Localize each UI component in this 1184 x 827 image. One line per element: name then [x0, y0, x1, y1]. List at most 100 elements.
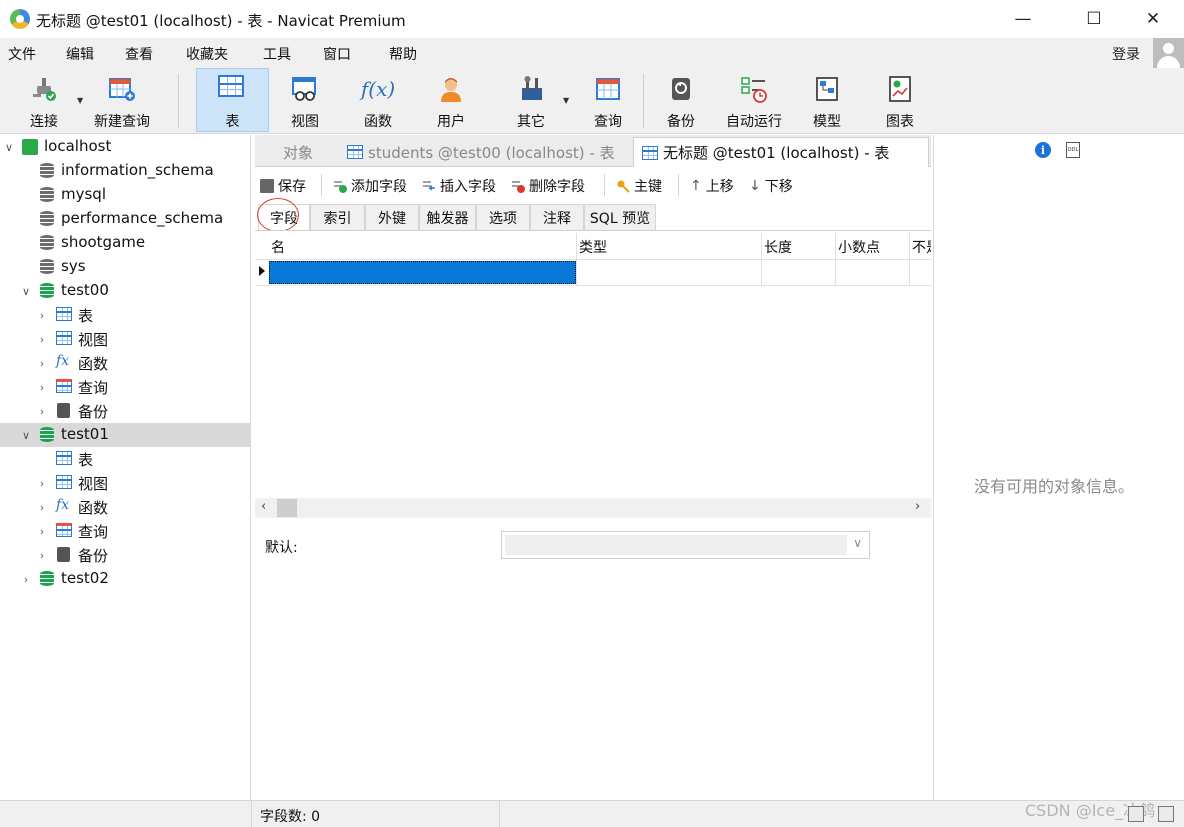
- toolbar-backup-button[interactable]: 备份: [656, 68, 706, 132]
- highlight-circle-annotation: [257, 198, 299, 232]
- other-dropdown-icon[interactable]: ▼: [563, 96, 569, 105]
- minimize-button[interactable]: —: [1000, 4, 1046, 34]
- tree-item-test01-queries[interactable]: › 查询: [0, 519, 251, 543]
- default-value-field[interactable]: [505, 535, 847, 555]
- tree-item-test02[interactable]: › test02: [0, 567, 251, 591]
- tab-options[interactable]: 选项: [476, 204, 530, 230]
- chevron-right-icon[interactable]: ›: [36, 501, 48, 514]
- toolbar-chart-button[interactable]: 图表: [875, 68, 925, 132]
- tree-item-test00-views[interactable]: › 视图: [0, 327, 251, 351]
- tree-item-label: 查询: [78, 523, 109, 541]
- toolbar-view-button[interactable]: 视图: [280, 68, 330, 132]
- scrollbar-thumb[interactable]: [277, 499, 297, 517]
- scroll-left-icon[interactable]: ‹: [261, 499, 266, 514]
- ddl-icon[interactable]: DDL: [1066, 142, 1080, 158]
- chevron-right-icon[interactable]: ›: [36, 381, 48, 394]
- field-name-cell[interactable]: [269, 261, 576, 284]
- tree-item-shootgame[interactable]: shootgame: [0, 231, 251, 255]
- tree-item-localhost[interactable]: ∨ localhost: [0, 135, 251, 159]
- tree-item-sys[interactable]: sys: [0, 255, 251, 279]
- toolbar-model-button[interactable]: 模型: [802, 68, 852, 132]
- tab-comments[interactable]: 注释: [530, 204, 584, 230]
- chevron-right-icon[interactable]: ›: [36, 405, 48, 418]
- chevron-down-icon[interactable]: ∨: [20, 429, 32, 442]
- add-field-button[interactable]: 添加字段: [333, 176, 407, 196]
- tab-label: 无标题 @test01 (localhost) - 表: [663, 144, 890, 162]
- tab-objects[interactable]: 对象: [275, 137, 321, 167]
- chevron-right-icon[interactable]: ›: [36, 333, 48, 346]
- toolbar-connection-button[interactable]: 连接: [16, 68, 72, 132]
- chevron-right-icon[interactable]: ›: [36, 549, 48, 562]
- chevron-right-icon[interactable]: ›: [20, 573, 32, 586]
- column-header-name[interactable]: 名: [271, 237, 285, 257]
- menu-view[interactable]: 查看: [125, 44, 153, 64]
- tree-item-performance-schema[interactable]: performance_schema: [0, 207, 251, 231]
- menu-bar: 文件 编辑 查看 收藏夹 工具 窗口 帮助 登录: [0, 38, 1184, 68]
- toolbar-auto-run-button[interactable]: 自动运行: [722, 68, 786, 132]
- toolbar-table-button[interactable]: 表: [196, 68, 269, 132]
- save-button[interactable]: 保存: [260, 176, 306, 196]
- scroll-right-icon[interactable]: ›: [915, 499, 920, 514]
- layout-toggle-icon[interactable]: [1158, 806, 1174, 822]
- toolbar-query-button[interactable]: 查询: [583, 68, 633, 132]
- connection-dropdown-icon[interactable]: ▼: [77, 96, 83, 105]
- tree-item-mysql[interactable]: mysql: [0, 183, 251, 207]
- tree-item-test00-backups[interactable]: › 备份: [0, 399, 251, 423]
- tab-foreign-keys[interactable]: 外键: [365, 204, 419, 230]
- chevron-down-icon[interactable]: ∨: [3, 141, 15, 154]
- chevron-right-icon[interactable]: ›: [36, 477, 48, 490]
- maximize-button[interactable]: ☐: [1071, 4, 1117, 34]
- menu-edit[interactable]: 编辑: [66, 44, 94, 64]
- insert-field-icon: [422, 179, 436, 193]
- column-header-not-null[interactable]: 不是 null: [912, 237, 931, 257]
- tree-item-test01-views[interactable]: › 视图: [0, 471, 251, 495]
- tree-item-test01-backups[interactable]: › 备份: [0, 543, 251, 567]
- tree-item-test01-functions[interactable]: › fx 函数: [0, 495, 251, 519]
- tab-sql-preview[interactable]: SQL 预览: [584, 204, 656, 230]
- tab-untitled-table[interactable]: 无标题 @test01 (localhost) - 表: [633, 137, 929, 167]
- horizontal-scrollbar[interactable]: ‹ ›: [255, 498, 931, 518]
- avatar[interactable]: [1153, 38, 1184, 69]
- column-header-type[interactable]: 类型: [579, 237, 607, 257]
- field-sub-tabs: 字段 索引 外键 触发器 选项 注释 SQL 预览: [255, 202, 931, 230]
- tab-indexes[interactable]: 索引: [310, 204, 365, 230]
- tree-item-test00-queries[interactable]: › 查询: [0, 375, 251, 399]
- primary-key-button[interactable]: 主键: [616, 176, 662, 196]
- menu-favorites[interactable]: 收藏夹: [186, 44, 228, 64]
- delete-field-button[interactable]: 删除字段: [511, 176, 585, 196]
- menu-file[interactable]: 文件: [8, 44, 36, 64]
- toolbar-user-button[interactable]: 用户: [426, 68, 476, 132]
- tree-item-test00-functions[interactable]: › fx 函数: [0, 351, 251, 375]
- chevron-right-icon[interactable]: ›: [36, 525, 48, 538]
- tree-item-label: test00: [61, 281, 109, 299]
- tree-item-test00-tables[interactable]: › 表: [0, 303, 251, 327]
- move-down-button[interactable]: ↓ 下移: [749, 176, 793, 196]
- chevron-down-icon[interactable]: ∨: [20, 285, 32, 298]
- move-up-button[interactable]: ↑ 上移: [690, 176, 734, 196]
- tree-item-test01[interactable]: ∨ test01: [0, 423, 251, 447]
- column-header-decimals[interactable]: 小数点: [838, 237, 880, 257]
- tree-item-information-schema[interactable]: information_schema: [0, 159, 251, 183]
- chevron-right-icon[interactable]: ›: [36, 357, 48, 370]
- toolbar-function-button[interactable]: f(x) 函数: [353, 68, 403, 132]
- login-link[interactable]: 登录: [1112, 44, 1140, 64]
- tab-students-table[interactable]: students @test00 (localhost) - 表: [339, 137, 623, 167]
- close-button[interactable]: ✕: [1130, 4, 1176, 34]
- tree-item-test00[interactable]: ∨ test00: [0, 279, 251, 303]
- chevron-right-icon[interactable]: ›: [36, 309, 48, 322]
- menu-window[interactable]: 窗口: [323, 44, 351, 64]
- tree-item-test01-tables[interactable]: 表: [0, 447, 251, 471]
- column-header-length[interactable]: 长度: [764, 237, 792, 257]
- primary-key-label: 主键: [634, 179, 662, 195]
- insert-field-button[interactable]: 插入字段: [422, 176, 496, 196]
- restore-view-icon[interactable]: [1128, 806, 1144, 822]
- connection-plug-icon: [29, 74, 59, 104]
- toolbar-other-button[interactable]: 其它: [506, 68, 556, 132]
- menu-help[interactable]: 帮助: [389, 44, 417, 64]
- info-icon[interactable]: i: [1035, 142, 1051, 158]
- default-value-combobox[interactable]: ∨: [501, 531, 870, 559]
- chevron-down-icon[interactable]: ∨: [853, 536, 862, 550]
- tab-triggers[interactable]: 触发器: [419, 204, 476, 230]
- menu-tools[interactable]: 工具: [263, 44, 291, 64]
- toolbar-new-query-button[interactable]: 新建查询: [88, 68, 156, 132]
